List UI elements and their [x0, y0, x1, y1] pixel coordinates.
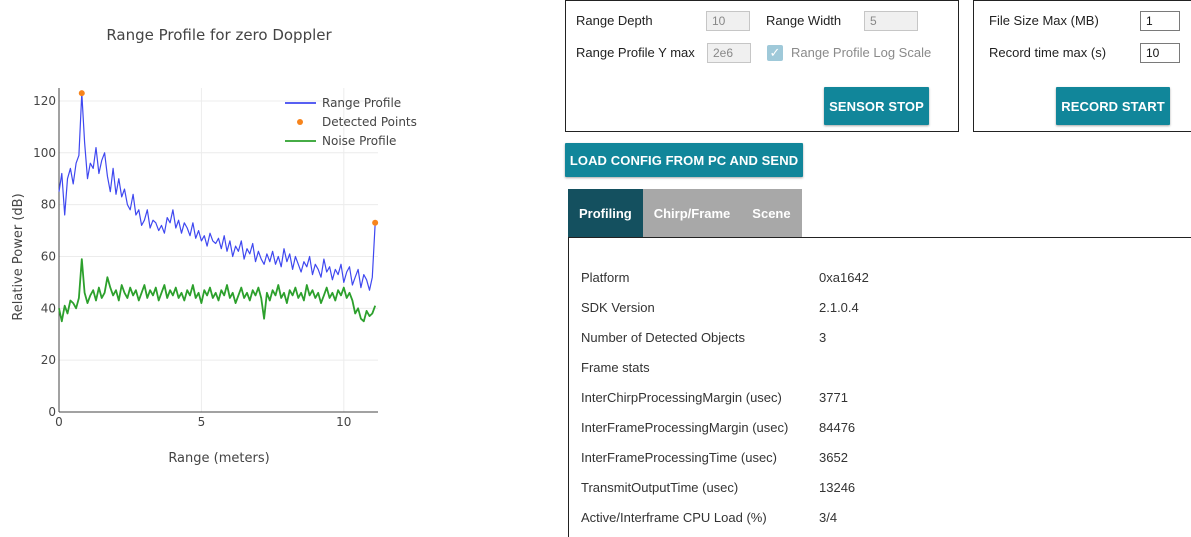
record-control-panel: File Size Max (MB) 1 Record time max (s)… [973, 0, 1191, 132]
y-tick-label: 60 [41, 249, 56, 263]
stat-value: 3 [819, 330, 827, 345]
range-profile-chart: Range Profile for zero Doppler 0 20 40 60 80… [11, 26, 417, 466]
log-scale-checkbox[interactable]: ✓ [767, 45, 783, 61]
range-profile-ymax-field[interactable]: 2e6 [707, 43, 751, 63]
stat-key: TransmitOutputTime (usec) [581, 480, 739, 495]
stat-key: InterChirpProcessingMargin (usec) [581, 390, 782, 405]
range-width-label: Range Width [766, 13, 842, 28]
range-width-field[interactable]: 5 [864, 11, 918, 31]
legend-marker-detected-points [297, 119, 303, 125]
x-tick-label: 0 [55, 415, 63, 429]
stat-key: InterFrameProcessingTime (usec) [581, 450, 778, 465]
stat-value: 2.1.0.4 [819, 300, 859, 315]
stat-key: Number of Detected Objects [581, 330, 746, 345]
tab-scene[interactable]: Scene [741, 189, 802, 237]
load-config-button[interactable]: LOAD CONFIG FROM PC AND SEND [565, 143, 803, 177]
y-tick-label: 100 [33, 146, 56, 160]
record-time-label: Record time max (s) [989, 45, 1107, 60]
file-size-field[interactable]: 1 [1140, 11, 1180, 31]
stat-key: Platform [581, 270, 630, 285]
stat-value: 0xa1642 [819, 270, 869, 285]
y-tick-label: 20 [41, 353, 56, 367]
log-scale-label: Range Profile Log Scale [791, 45, 932, 60]
check-icon: ✓ [769, 45, 781, 60]
y-tick-label: 120 [33, 94, 56, 108]
tab-profiling[interactable]: Profiling [568, 189, 643, 237]
record-start-button[interactable]: RECORD START [1056, 87, 1170, 125]
sensor-stop-button[interactable]: SENSOR STOP [824, 87, 929, 125]
profiling-stats-panel: Platform 0xa1642 SDK Version 2.1.0.4 Num… [568, 237, 1191, 537]
y-tick-label: 40 [41, 301, 56, 315]
stat-value: 3/4 [819, 510, 838, 525]
file-size-label: File Size Max (MB) [989, 13, 1099, 28]
record-time-field[interactable]: 10 [1140, 43, 1180, 63]
legend-label-range-profile: Range Profile [322, 96, 401, 110]
sensor-control-panel: Range Depth 10 Range Width 5 Range Profi… [565, 0, 959, 132]
stat-value: 84476 [819, 420, 856, 435]
chart-title: Range Profile for zero Doppler [106, 26, 332, 44]
legend-label-detected-points: Detected Points [322, 115, 417, 129]
stat-key: Active/Interframe CPU Load (%) [581, 510, 767, 525]
tab-chirp-frame[interactable]: Chirp/Frame [642, 189, 742, 237]
y-tick-label: 80 [41, 198, 56, 212]
noise-profile-line [58, 258, 377, 323]
range-profile-ymax-label: Range Profile Y max [576, 45, 695, 60]
x-axis-label: Range (meters) [168, 451, 269, 466]
x-tick-label: 10 [336, 415, 351, 429]
stat-value: 13246 [819, 480, 856, 495]
stat-key: Frame stats [581, 360, 650, 375]
range-depth-field[interactable]: 10 [706, 11, 750, 31]
chart-legend[interactable]: Range Profile Detected Points Noise Profil… [285, 96, 417, 148]
stat-key: InterFrameProcessingMargin (usec) [581, 420, 789, 435]
x-tick-label: 5 [198, 415, 206, 429]
stats-tabs: Profiling Chirp/Frame Scene [568, 189, 802, 237]
stat-value: 3771 [819, 390, 848, 405]
stat-key: SDK Version [581, 300, 655, 315]
y-axis-label: Relative Power (dB) [11, 193, 26, 320]
detected-point [78, 90, 85, 97]
stat-value: 3652 [819, 450, 848, 465]
legend-label-noise-profile: Noise Profile [322, 134, 396, 148]
range-depth-label: Range Depth [576, 13, 653, 28]
detected-point [372, 219, 379, 226]
